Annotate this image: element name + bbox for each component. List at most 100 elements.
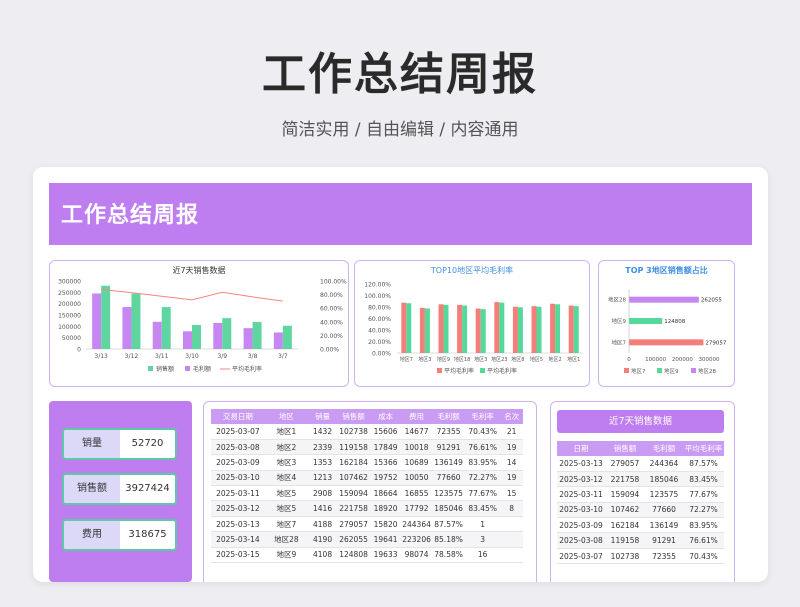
bar-margin-a (419, 307, 425, 353)
top3-share-chart: 地区28 262055 地区9 124808 地区7 279057 0 100000 20000… (608, 289, 727, 375)
x-tick-label: 3/9 (217, 353, 227, 360)
category-label: 地区7 (612, 338, 627, 346)
column-header: 毛利额 (432, 409, 466, 424)
table-cell: 83.45% (683, 471, 724, 488)
table-cell: 72.27% (465, 470, 501, 487)
table-cell: 19 (500, 470, 523, 487)
bar-region-sales (629, 339, 704, 346)
y-tick-label: 40.00% (368, 328, 391, 335)
table-row: 2025-03-15 地区9 4108 124808 19633 98074 78.58% 1… (211, 547, 523, 564)
page-title: 工作总结周报 (262, 49, 538, 100)
table-row: 2025-03-14 地区28 4190 262055 19641 223206 85.18… (211, 531, 523, 548)
table-row: 2025-03-09 地区3 1353 162184 15366 10689 136149 8… (211, 454, 523, 471)
transactions-table: 交易日期 地区 销量 销售额 成本 费用 毛利额 毛利率 名次 2025-03-07 地区1 143… (211, 409, 523, 564)
table-cell: 10050 (401, 470, 433, 487)
table-row: 2025-03-10 地区4 1213 107462 19752 10050 77660 72… (211, 470, 523, 487)
table-cell: 4190 (308, 531, 338, 548)
column-header: 销售额 (605, 441, 645, 456)
table-cell: 77.67% (683, 486, 724, 503)
bar-margin-b (443, 304, 449, 353)
bar-margin-a (494, 302, 500, 353)
legend-swatch (148, 366, 153, 371)
table-cell: 119158 (605, 532, 645, 549)
x-tick-label: 地区23 (491, 356, 507, 363)
table-cell: 78.58% (432, 547, 466, 564)
y-tick-label: 0 (77, 347, 81, 354)
table-row: 2025-03-10 107462 77660 72.27% (557, 502, 724, 519)
chart-title-top10-margin: TOP10地区平均毛利率 (430, 266, 514, 275)
kpi-value: 318675 (128, 529, 167, 540)
table-cell: 2025-03-10 (211, 470, 265, 487)
table-cell: 91291 (432, 439, 466, 456)
bar-sales (183, 331, 192, 349)
chart-title-top3-share: TOP 3地区销售额占比 (625, 266, 708, 275)
legend-label: 地区9 (664, 367, 679, 375)
kpi-label: 费用 (64, 521, 120, 549)
table-cell: 91291 (645, 532, 683, 549)
column-header: 交易日期 (211, 409, 265, 424)
table-cell: 107462 (337, 470, 371, 487)
table-cell: 2025-03-15 (211, 547, 265, 564)
table-cell: 2025-03-14 (211, 531, 265, 548)
table-cell: 85.18% (432, 531, 466, 548)
table-cell: 14 (500, 454, 523, 471)
legend-label: 平均毛利率 (444, 367, 474, 375)
bar-gross-profit (252, 321, 262, 349)
bar-sales (92, 293, 102, 349)
bar-sales (152, 321, 162, 349)
table-cell: 185046 (432, 500, 466, 517)
y-tick-label: 200000 (58, 301, 81, 308)
table-cell: 4108 (308, 547, 338, 564)
kpi-value: 52720 (131, 438, 164, 449)
table-cell: 1213 (308, 470, 338, 487)
table-cell: 72.27% (683, 502, 724, 519)
table-cell: 162184 (337, 454, 371, 471)
table-cell: 72355 (645, 548, 683, 565)
x-tick-label: 地区2 (549, 356, 562, 363)
table-cell: 3 (465, 531, 501, 548)
table-cell: 地区28 (264, 531, 309, 548)
table-cell: 1432 (308, 424, 338, 440)
table-cell: 地区1 (264, 424, 309, 440)
table-cell: 15 (500, 485, 523, 502)
y-tick-label: 80.00% (368, 305, 391, 312)
table-cell: 76.61% (465, 439, 501, 456)
table-cell: 16855 (401, 485, 433, 502)
page-subtitle: 简洁实用 / 自由编辑 / 内容通用 (281, 120, 519, 140)
table-cell: 2908 (308, 485, 338, 502)
y-tick-label: 300000 (58, 279, 81, 286)
bar-margin-a (568, 305, 574, 353)
table-cell: 279057 (605, 456, 645, 472)
table-cell: 102738 (337, 424, 371, 440)
table-cell: 72355 (432, 424, 466, 440)
legend-swatch (480, 368, 485, 373)
bar-margin-b (573, 306, 579, 353)
table-cell: 2025-03-09 (557, 517, 605, 534)
legend-swatch (185, 366, 190, 371)
table-cell: 221758 (337, 500, 371, 517)
table-row: 2025-03-07 地区1 1432 102738 15606 14677 72355 70… (211, 424, 523, 440)
legend-swatch (657, 368, 662, 373)
x-tick-label: 地区5 (530, 356, 543, 363)
kpi-expense: 费用 318675 (62, 519, 177, 551)
table-cell: 19 (500, 439, 523, 456)
table-cell: 15820 (370, 516, 402, 533)
y2-tick-label: 20.00% (320, 333, 343, 340)
x-tick-label: 200000 (672, 357, 693, 363)
bar-margin-a (512, 306, 518, 353)
legend-label: 地区7 (631, 367, 646, 375)
kpi-label: 销量 (64, 430, 120, 458)
table-cell: 10018 (401, 439, 433, 456)
x-tick-label: 地区7 (400, 356, 413, 363)
x-tick-label: 地区3 (418, 356, 431, 363)
table-cell: 159094 (337, 485, 371, 502)
chart-title-weekly-sales: 近7天销售数据 (172, 266, 226, 275)
table-cell: 15366 (370, 454, 402, 471)
column-header: 地区 (264, 409, 309, 424)
x-tick-label: 3/11 (155, 353, 169, 360)
table-row: 2025-03-08 地区2 2339 119158 17849 10018 91291 76… (211, 439, 523, 456)
y2-tick-label: 80.00% (320, 292, 343, 299)
table-cell: 地区9 (264, 547, 309, 564)
table-cell: 地区5 (264, 485, 309, 502)
x-tick-label: 地区9 (437, 356, 450, 363)
